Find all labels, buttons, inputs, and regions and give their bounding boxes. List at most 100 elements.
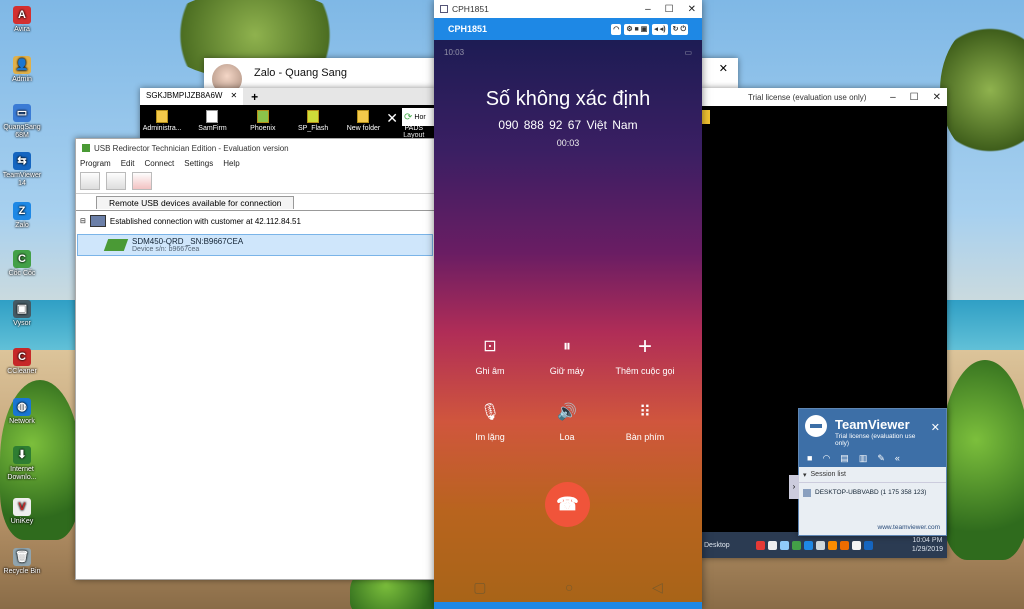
menu-help[interactable]: Help <box>223 159 239 168</box>
tray-battery-icon[interactable] <box>815 540 825 550</box>
desktop-icon[interactable]: V UniKey <box>2 498 42 526</box>
close-icon[interactable]: ✕ <box>688 4 696 15</box>
desktop-icon[interactable]: C CCleaner <box>2 348 42 376</box>
desktop-icon[interactable]: ▭ QuangSang 68M <box>2 104 42 140</box>
session-list-header[interactable]: ▾ Session list <box>799 467 946 483</box>
collapse-panel-icon[interactable]: « <box>895 453 900 464</box>
folder-label: Phoenix <box>250 125 276 132</box>
phone-window-title: CPH1851 <box>452 4 489 14</box>
phone-screen[interactable]: 10:03 ▭ Số không xác định 090 888 92 67 … <box>434 40 702 602</box>
disconnect-device-button[interactable] <box>132 172 152 190</box>
tray-network-icon[interactable] <box>779 540 789 550</box>
video-icon[interactable]: ■ <box>807 453 812 464</box>
mute-button[interactable]: 🎙 Im lặng <box>450 400 530 442</box>
remote-toolbar-tab[interactable] <box>702 110 710 124</box>
file-explorer-window[interactable]: SGKJBMPIJZB8A6W ✕ + Administra... SamFir… <box>140 88 436 139</box>
tray-unikey-icon[interactable] <box>851 540 861 550</box>
folder-item[interactable]: New folder <box>343 108 383 139</box>
menu-settings[interactable]: Settings <box>184 159 213 168</box>
tray-speaker-icon[interactable] <box>767 540 777 550</box>
speaker-button[interactable]: 🔊 Loa <box>527 400 607 442</box>
teamviewer-panel[interactable]: TeamViewer Trial license (evaluation use… <box>789 408 947 536</box>
minimize-icon[interactable]: – <box>645 4 651 15</box>
tab-remote-devices[interactable]: Remote USB devices available for connect… <box>96 196 295 209</box>
menu-connect[interactable]: Connect <box>144 159 174 168</box>
desktop-icon[interactable]: 👤 Admin <box>2 56 42 84</box>
desktop-icon-label: CCleaner <box>7 368 37 375</box>
tv-brand: TeamViewer <box>835 417 910 432</box>
close-icon[interactable]: ✕ <box>386 110 398 127</box>
home-button[interactable]: ⟳ Hor <box>402 108 436 126</box>
folder-label: New folder <box>346 125 381 132</box>
settings-gear-icon[interactable]: ⚙ ■ ▣ <box>624 23 650 35</box>
add-call-label: Thêm cuộc gọi <box>615 366 675 376</box>
computer-icon <box>803 489 811 497</box>
keypad-button[interactable]: ⠿ Bàn phím <box>605 400 685 442</box>
menu-edit[interactable]: Edit <box>121 159 135 168</box>
desktop-icon[interactable]: ◍ Network <box>2 398 42 426</box>
mute-icon: 🎙 <box>479 404 501 421</box>
recents-icon[interactable]: ▢ <box>473 579 486 596</box>
chat-icon[interactable]: ▤ <box>840 453 849 464</box>
close-icon[interactable]: ✕ <box>931 421 940 434</box>
maximize-icon[interactable]: ☐ <box>665 4 674 15</box>
tray-coccoc-icon[interactable] <box>791 540 801 550</box>
folder-item[interactable]: SP_Flash <box>293 108 333 139</box>
headset-icon[interactable]: ◠ <box>822 453 830 464</box>
collapse-icon[interactable]: ⊟ <box>80 217 86 225</box>
desktop-icon-label: Network <box>9 418 35 425</box>
record-button[interactable]: ⊡ Ghi âm <box>450 334 530 376</box>
whiteboard-icon[interactable]: ✎ <box>877 453 885 464</box>
new-tab-button[interactable]: + <box>243 90 266 104</box>
desktop-icon-label: QuangSang 68M <box>3 124 41 139</box>
folder-item[interactable]: Phoenix <box>243 108 283 139</box>
minimize-icon[interactable]: – <box>890 92 896 103</box>
menu-program[interactable]: Program <box>80 159 111 168</box>
session-row[interactable]: DESKTOP-UBBVABD (1 175 358 123) <box>799 483 946 503</box>
close-icon[interactable]: ✕ <box>719 62 728 75</box>
home-icon[interactable]: ○ <box>565 579 573 596</box>
desktop-icon[interactable]: ⇆ TeamViewer 14 <box>2 152 42 188</box>
file-transfer-icon[interactable]: ▥ <box>859 453 868 464</box>
usb-toolbar <box>76 170 434 194</box>
usb-menubar: Program Edit Connect Settings Help <box>76 157 434 170</box>
end-call-button[interactable]: ☎ <box>545 482 590 527</box>
tab-close-icon[interactable]: ✕ <box>230 91 237 102</box>
folder-item[interactable]: SamFirm <box>192 108 232 139</box>
rotate-power-buttons[interactable]: ↻ ⏻ <box>670 23 688 35</box>
tray-teamviewer-icon[interactable] <box>803 540 813 550</box>
desktop-icon[interactable]: ⬇ Internet Downlo... <box>2 446 42 482</box>
call-timer: 00:03 <box>556 138 580 148</box>
add-server-button[interactable] <box>80 172 100 190</box>
desktop-icon[interactable]: A Avira <box>2 6 42 34</box>
expand-panel-icon[interactable]: › <box>789 475 799 499</box>
phone-mirror-window[interactable]: CPH1851 – ☐ ✕ CPH1851 ◠ ⚙ ■ ▣ ◂ ◂) ↻ ⏻ 1… <box>434 0 702 609</box>
explorer-tab[interactable]: SGKJBMPIJZB8A6W ✕ <box>140 88 244 105</box>
tray-idm-icon[interactable] <box>827 540 837 550</box>
audio-button[interactable]: ◠ <box>611 23 622 35</box>
teamviewer-link[interactable]: www.teamviewer.com <box>878 524 941 531</box>
desktop-icon[interactable]: Z Zalo <box>2 202 42 230</box>
connect-device-button[interactable] <box>106 172 126 190</box>
tray-app-icon[interactable] <box>839 540 849 550</box>
back-icon[interactable]: ◁ <box>652 579 663 596</box>
file-icon <box>206 110 219 123</box>
volume-buttons[interactable]: ◂ ◂) <box>652 23 668 35</box>
taskbar-desktop-label[interactable]: Desktop <box>704 542 730 549</box>
tray-avira-icon[interactable] <box>755 540 765 550</box>
desktop-icon[interactable]: ▣ Vysor <box>2 300 42 328</box>
maximize-icon[interactable]: ☐ <box>910 92 919 103</box>
desktop-icon[interactable]: C Cốc Cốc <box>2 250 42 278</box>
add-call-button[interactable]: + Thêm cuộc gọi <box>605 334 685 377</box>
usb-redirector-window[interactable]: USB Redirector Technician Edition - Eval… <box>75 138 435 580</box>
teamviewer-logo-icon <box>805 415 827 437</box>
close-icon[interactable]: ✕ <box>933 92 941 103</box>
connection-row[interactable]: ⊟ Established connection with customer a… <box>76 210 434 231</box>
usb-device-row[interactable]: SDM450-QRD _SN:B9667CEA Device s/n: b966… <box>77 234 433 256</box>
hold-button[interactable]: ⏸ Giữ máy <box>527 334 607 376</box>
tray-bluetooth-icon[interactable] <box>863 540 873 550</box>
desktop-icon[interactable]: 🗑 Recycle Bin <box>2 548 42 576</box>
folder-item[interactable]: Administra... <box>142 108 182 139</box>
taskbar-clock[interactable]: 10:04 PM 1/29/2019 <box>912 536 943 554</box>
explorer-tab-title: SGKJBMPIJZB8A6W <box>146 91 223 100</box>
